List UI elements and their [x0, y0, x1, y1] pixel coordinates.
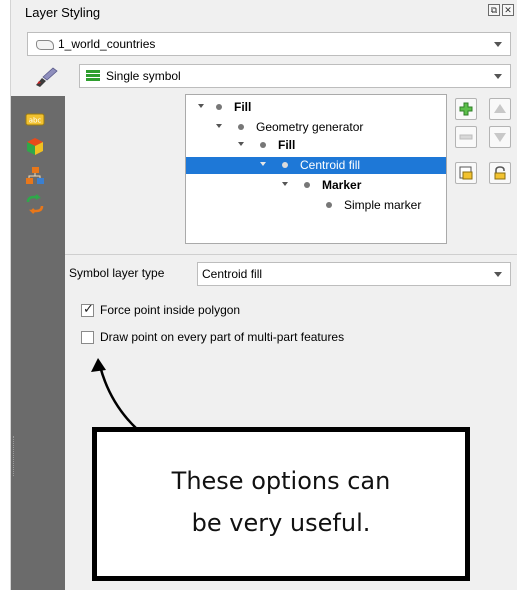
tree-item[interactable]: Geometry generator	[186, 119, 446, 136]
expand-arrow-icon[interactable]	[282, 182, 288, 186]
symbol-layer-tree[interactable]: Fill Geometry generator Fill Centroid fi…	[185, 94, 447, 244]
paint-brush-icon	[36, 67, 58, 87]
move-down-button[interactable]	[489, 126, 511, 148]
history-icon[interactable]	[24, 194, 46, 214]
tree-item-label: Geometry generator	[256, 120, 364, 134]
tree-item-label: Fill	[278, 138, 296, 152]
expand-arrow-icon[interactable]	[238, 142, 244, 146]
symbol-layer-type-label: Symbol layer type	[69, 266, 165, 280]
tree-item-label: Fill	[234, 100, 252, 114]
layer-select-value: 1_world_countries	[58, 37, 156, 51]
tree-item[interactable]: Marker	[186, 177, 446, 194]
remove-symbol-layer-icon	[459, 134, 473, 140]
panel-title: Layer Styling	[25, 5, 101, 20]
tree-item-label: Marker	[322, 178, 362, 192]
expand-arrow-icon[interactable]	[216, 124, 222, 128]
bullet-icon	[326, 202, 332, 208]
annotation-callout: These options can be very useful.	[92, 427, 470, 581]
title-buttons: ⧉ ✕	[488, 4, 514, 16]
force-point-inside-label: Force point inside polygon	[100, 303, 241, 317]
styling-sidebar: abc	[11, 96, 65, 590]
chevron-down-icon	[494, 74, 502, 79]
symbol-layer-type-select[interactable]: Centroid fill	[197, 262, 511, 286]
remove-symbol-layer-button[interactable]	[455, 126, 477, 148]
bullet-icon	[260, 142, 266, 148]
restore-icon[interactable]: ⧉	[488, 4, 500, 16]
diagrams-icon[interactable]	[24, 166, 46, 186]
bullet-icon	[304, 182, 310, 188]
draw-point-every-part-label: Draw point on every part of multi-part f…	[100, 330, 345, 344]
bullet-icon	[238, 124, 244, 130]
expand-arrow-icon[interactable]	[260, 162, 266, 166]
move-up-button[interactable]	[489, 98, 511, 120]
lock-color-button[interactable]	[489, 162, 511, 184]
renderer-select-value: Single symbol	[106, 69, 181, 83]
add-symbol-layer-button[interactable]	[455, 98, 477, 120]
resize-grip[interactable]	[13, 436, 16, 476]
bullet-icon	[216, 104, 222, 110]
bullet-icon	[282, 162, 288, 168]
draw-point-every-part-option[interactable]: Draw point on every part of multi-part f…	[81, 329, 344, 345]
move-down-icon	[494, 133, 506, 142]
close-icon[interactable]: ✕	[502, 4, 514, 16]
tree-item-label: Centroid fill	[300, 158, 361, 172]
chevron-down-icon	[494, 272, 502, 277]
tree-item[interactable]: Fill	[186, 137, 446, 154]
single-symbol-icon	[86, 70, 100, 82]
draw-point-every-part-checkbox[interactable]	[81, 330, 94, 344]
3d-view-icon[interactable]	[24, 136, 46, 156]
annotation-text: These options can be very useful.	[171, 467, 391, 537]
tree-item[interactable]: Fill	[186, 99, 446, 116]
move-up-icon	[494, 104, 506, 113]
panel-titlebar: Layer Styling ⧉ ✕	[11, 0, 517, 26]
tree-item[interactable]: Simple marker	[186, 197, 446, 214]
duplicate-layer-icon	[459, 166, 473, 180]
tree-item-selected[interactable]: Centroid fill	[186, 157, 446, 174]
add-symbol-layer-icon	[459, 102, 473, 116]
duplicate-layer-button[interactable]	[455, 162, 477, 184]
svg-text:abc: abc	[29, 117, 42, 125]
renderer-select[interactable]: Single symbol	[79, 64, 511, 88]
force-point-inside-option[interactable]: Force point inside polygon	[81, 302, 240, 318]
tree-item-label: Simple marker	[344, 198, 422, 212]
callout-arrow	[91, 358, 139, 431]
layer-select[interactable]: 1_world_countries	[27, 32, 511, 56]
polygon-layer-icon	[36, 40, 54, 50]
labels-icon[interactable]: abc	[24, 110, 46, 130]
expand-arrow-icon[interactable]	[198, 104, 204, 108]
force-point-inside-checkbox[interactable]	[81, 302, 94, 317]
divider	[65, 254, 517, 255]
lock-color-icon	[494, 166, 506, 180]
chevron-down-icon	[494, 42, 502, 47]
symbol-layer-type-value: Centroid fill	[202, 267, 263, 281]
